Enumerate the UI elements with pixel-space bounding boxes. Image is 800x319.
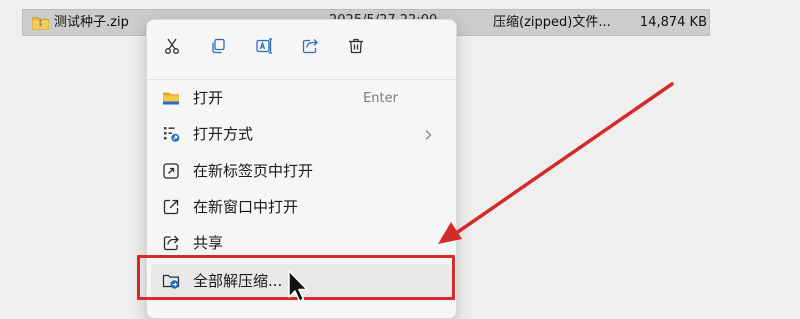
zip-folder-icon [32,15,49,30]
trash-icon [347,37,365,59]
menu-item-open-new-window[interactable]: 在新窗口中打开 [151,190,452,224]
delete-button[interactable] [341,33,371,63]
menu-item-label: 在新标签页中打开 [193,162,314,180]
open-new-tab-icon [162,162,180,180]
copy-button[interactable] [203,33,233,63]
shortcut-hint: Enter [363,91,398,106]
open-with-icon [162,125,180,143]
file-name: 测试种子.zip [54,15,129,30]
rename-button[interactable] [249,33,279,63]
open-new-window-icon [162,198,180,216]
cut-button[interactable] [157,33,187,63]
menu-item-open-new-tab[interactable]: 在新标签页中打开 [151,154,452,188]
file-type: 压缩(zipped)文件... [493,15,611,30]
copy-icon [209,37,227,59]
share-icon [162,234,180,252]
menu-item-open-with[interactable]: 打开方式 [151,117,452,151]
chevron-right-icon [422,127,434,141]
scissors-icon [163,37,181,59]
share-icon [301,37,319,59]
folder-icon [162,89,180,107]
file-size: 14,874 KB [639,15,707,30]
menu-item-label: 打开方式 [193,125,254,143]
menu-divider [147,79,456,80]
mouse-cursor-icon [288,270,308,302]
rename-icon [255,37,273,59]
quick-actions-bar [147,20,456,78]
menu-item-label: 打开 [193,89,224,107]
share-quick-button[interactable] [295,33,325,63]
menu-item-label: 在新窗口中打开 [193,198,299,216]
menu-item-open[interactable]: 打开 Enter [151,81,452,115]
menu-item-label: 共享 [193,234,224,252]
